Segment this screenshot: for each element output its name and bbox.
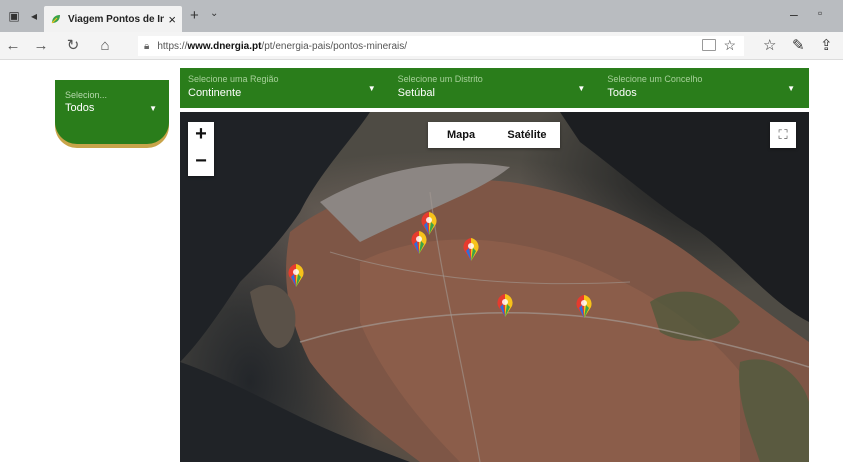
favorites-hub-icon[interactable]: ☆ [763,36,776,54]
pen-icon[interactable]: ✎ [792,36,805,54]
tab-title: Viagem Pontos de Inter [68,13,165,25]
tab-close-icon[interactable]: × [168,12,176,27]
municipality-select-label: Selecione um Concelho [607,74,703,84]
region-select[interactable]: Selecione uma Região Continente ▼ [180,68,390,108]
window-close-icon[interactable]: ▫ [818,6,822,20]
fullscreen-control: ⛶ [770,122,796,148]
home-icon[interactable]: ⌂ [96,37,114,55]
minimize-icon[interactable]: – [790,6,798,22]
forward-icon[interactable]: → [32,37,50,55]
browser-navigation-bar: ← → ↻ ⌂ 🔒︎ https://www.dnergia.pt/pt/ene… [0,32,843,60]
lock-icon: 🔒︎ [144,40,150,52]
map-type-map-button[interactable]: Mapa [428,122,494,148]
zoom-in-button[interactable]: + [188,122,214,149]
browser-tab-strip: ▣ ◂ Viagem Pontos de Inter × + ⌄ – ▫ [0,0,843,32]
zoom-out-button[interactable]: − [188,149,214,176]
reading-view-icon[interactable] [702,39,716,51]
back-icon[interactable]: ← [4,37,22,55]
district-select-value: Setúbal [397,87,435,99]
caret-down-icon: ▼ [367,84,376,93]
map-pin-marker[interactable] [460,236,482,262]
caret-down-icon: ▼ [149,104,157,113]
caret-down-icon: ▼ [787,84,796,93]
region-select-value: Continente [188,87,242,99]
map-type-toggle: Mapa Satélite [428,122,560,148]
site-favicon [51,15,60,24]
pin-icon [288,264,304,287]
municipality-select-value: Todos [607,87,637,99]
share-icon[interactable]: ⇪ [820,36,833,54]
satellite-imagery [180,112,809,462]
pin-icon [411,231,427,254]
fullscreen-icon[interactable]: ⛶ [770,122,796,148]
category-dropdown-label: Selecion... [65,90,108,100]
location-filter-bar: Selecione uma Região Continente ▼ Seleci… [180,68,809,108]
tab-back-icon[interactable]: ◂ [26,8,42,24]
favorite-star-icon[interactable]: ☆ [723,37,736,54]
new-tab-icon[interactable]: + [190,7,199,24]
region-select-label: Selecione uma Região [188,74,279,84]
district-select[interactable]: Selecione um Distrito Setúbal ▼ [390,68,600,108]
refresh-icon[interactable]: ↻ [64,37,82,55]
map-pin-marker[interactable] [494,292,516,318]
address-bar[interactable]: 🔒︎ https://www.dnergia.pt/pt/energia-pai… [138,36,744,56]
map-type-satellite-button[interactable]: Satélite [494,122,560,148]
address-url: https://www.dnergia.pt/pt/energia-pais/p… [157,40,408,52]
tab-preview-icon[interactable]: ▣ [6,8,22,24]
caret-down-icon: ▼ [577,84,586,93]
pin-icon [576,295,592,318]
tab-list-chevron-icon[interactable]: ⌄ [210,8,218,19]
district-select-label: Selecione um Distrito [397,74,483,84]
category-dropdown[interactable]: Selecion... Todos ▼ [55,80,169,144]
pin-icon [463,238,479,261]
map-pin-marker[interactable] [285,262,307,288]
category-dropdown-value: Todos [65,102,95,114]
map-pin-marker[interactable] [573,293,595,319]
municipality-select[interactable]: Selecione um Concelho Todos ▼ [599,68,809,108]
zoom-control: + − [188,122,214,176]
browser-tab[interactable]: Viagem Pontos de Inter × [44,6,182,32]
pin-icon [497,294,513,317]
satellite-map[interactable]: + − Mapa Satélite ⛶ [180,112,809,462]
map-pin-marker[interactable] [408,229,430,255]
